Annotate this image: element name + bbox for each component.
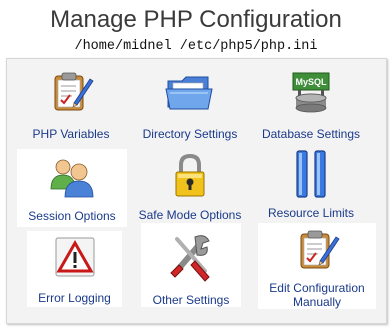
tile-label: Session Options [28,209,116,223]
database-settings-link[interactable]: MySQL Database Settings [252,67,370,145]
tile-label: Safe Mode Options [138,208,242,222]
php-config-page: Manage PHP Configuration /home/midnel /e… [0,0,392,328]
mysql-sign-icon: MySQL [292,72,330,113]
session-options-link[interactable]: Session Options [17,149,127,227]
warning-sign-icon [55,237,94,277]
users-icon [50,159,94,198]
page-title: Manage PHP Configuration [50,6,342,33]
config-options-panel: PHP Variables Directory Settings MySQL D… [6,58,387,324]
php-variables-link[interactable]: PHP Variables [12,67,130,145]
error-logging-link[interactable]: Error Logging [27,231,122,307]
tile-label: PHP Variables [32,127,110,141]
tile-label: Resource Limits [267,206,355,220]
other-settings-link[interactable]: Other Settings [141,223,241,307]
config-file-path: /home/midnel /etc/php5/php.ini [74,39,318,54]
tools-icon [170,235,210,282]
padlock-icon [175,153,205,197]
tile-label: Other Settings [152,293,230,307]
safe-mode-options-link[interactable]: Safe Mode Options [131,149,249,227]
mysql-sign-text: MySQL [295,77,327,87]
clipboard-pencil-icon [300,230,340,269]
tile-label: Edit Configuration Manually [269,281,365,309]
clipboard-pencil-icon [54,72,94,111]
tile-label: Database Settings [261,127,361,141]
edit-configuration-manually-link[interactable]: Edit Configuration Manually [258,223,376,309]
pause-bars-icon [296,150,326,198]
tile-label: Error Logging [38,291,111,305]
folder-icon [165,76,213,110]
tile-label: Directory Settings [142,127,238,141]
directory-settings-link[interactable]: Directory Settings [131,67,249,145]
resource-limits-link[interactable]: Resource Limits [252,149,370,227]
